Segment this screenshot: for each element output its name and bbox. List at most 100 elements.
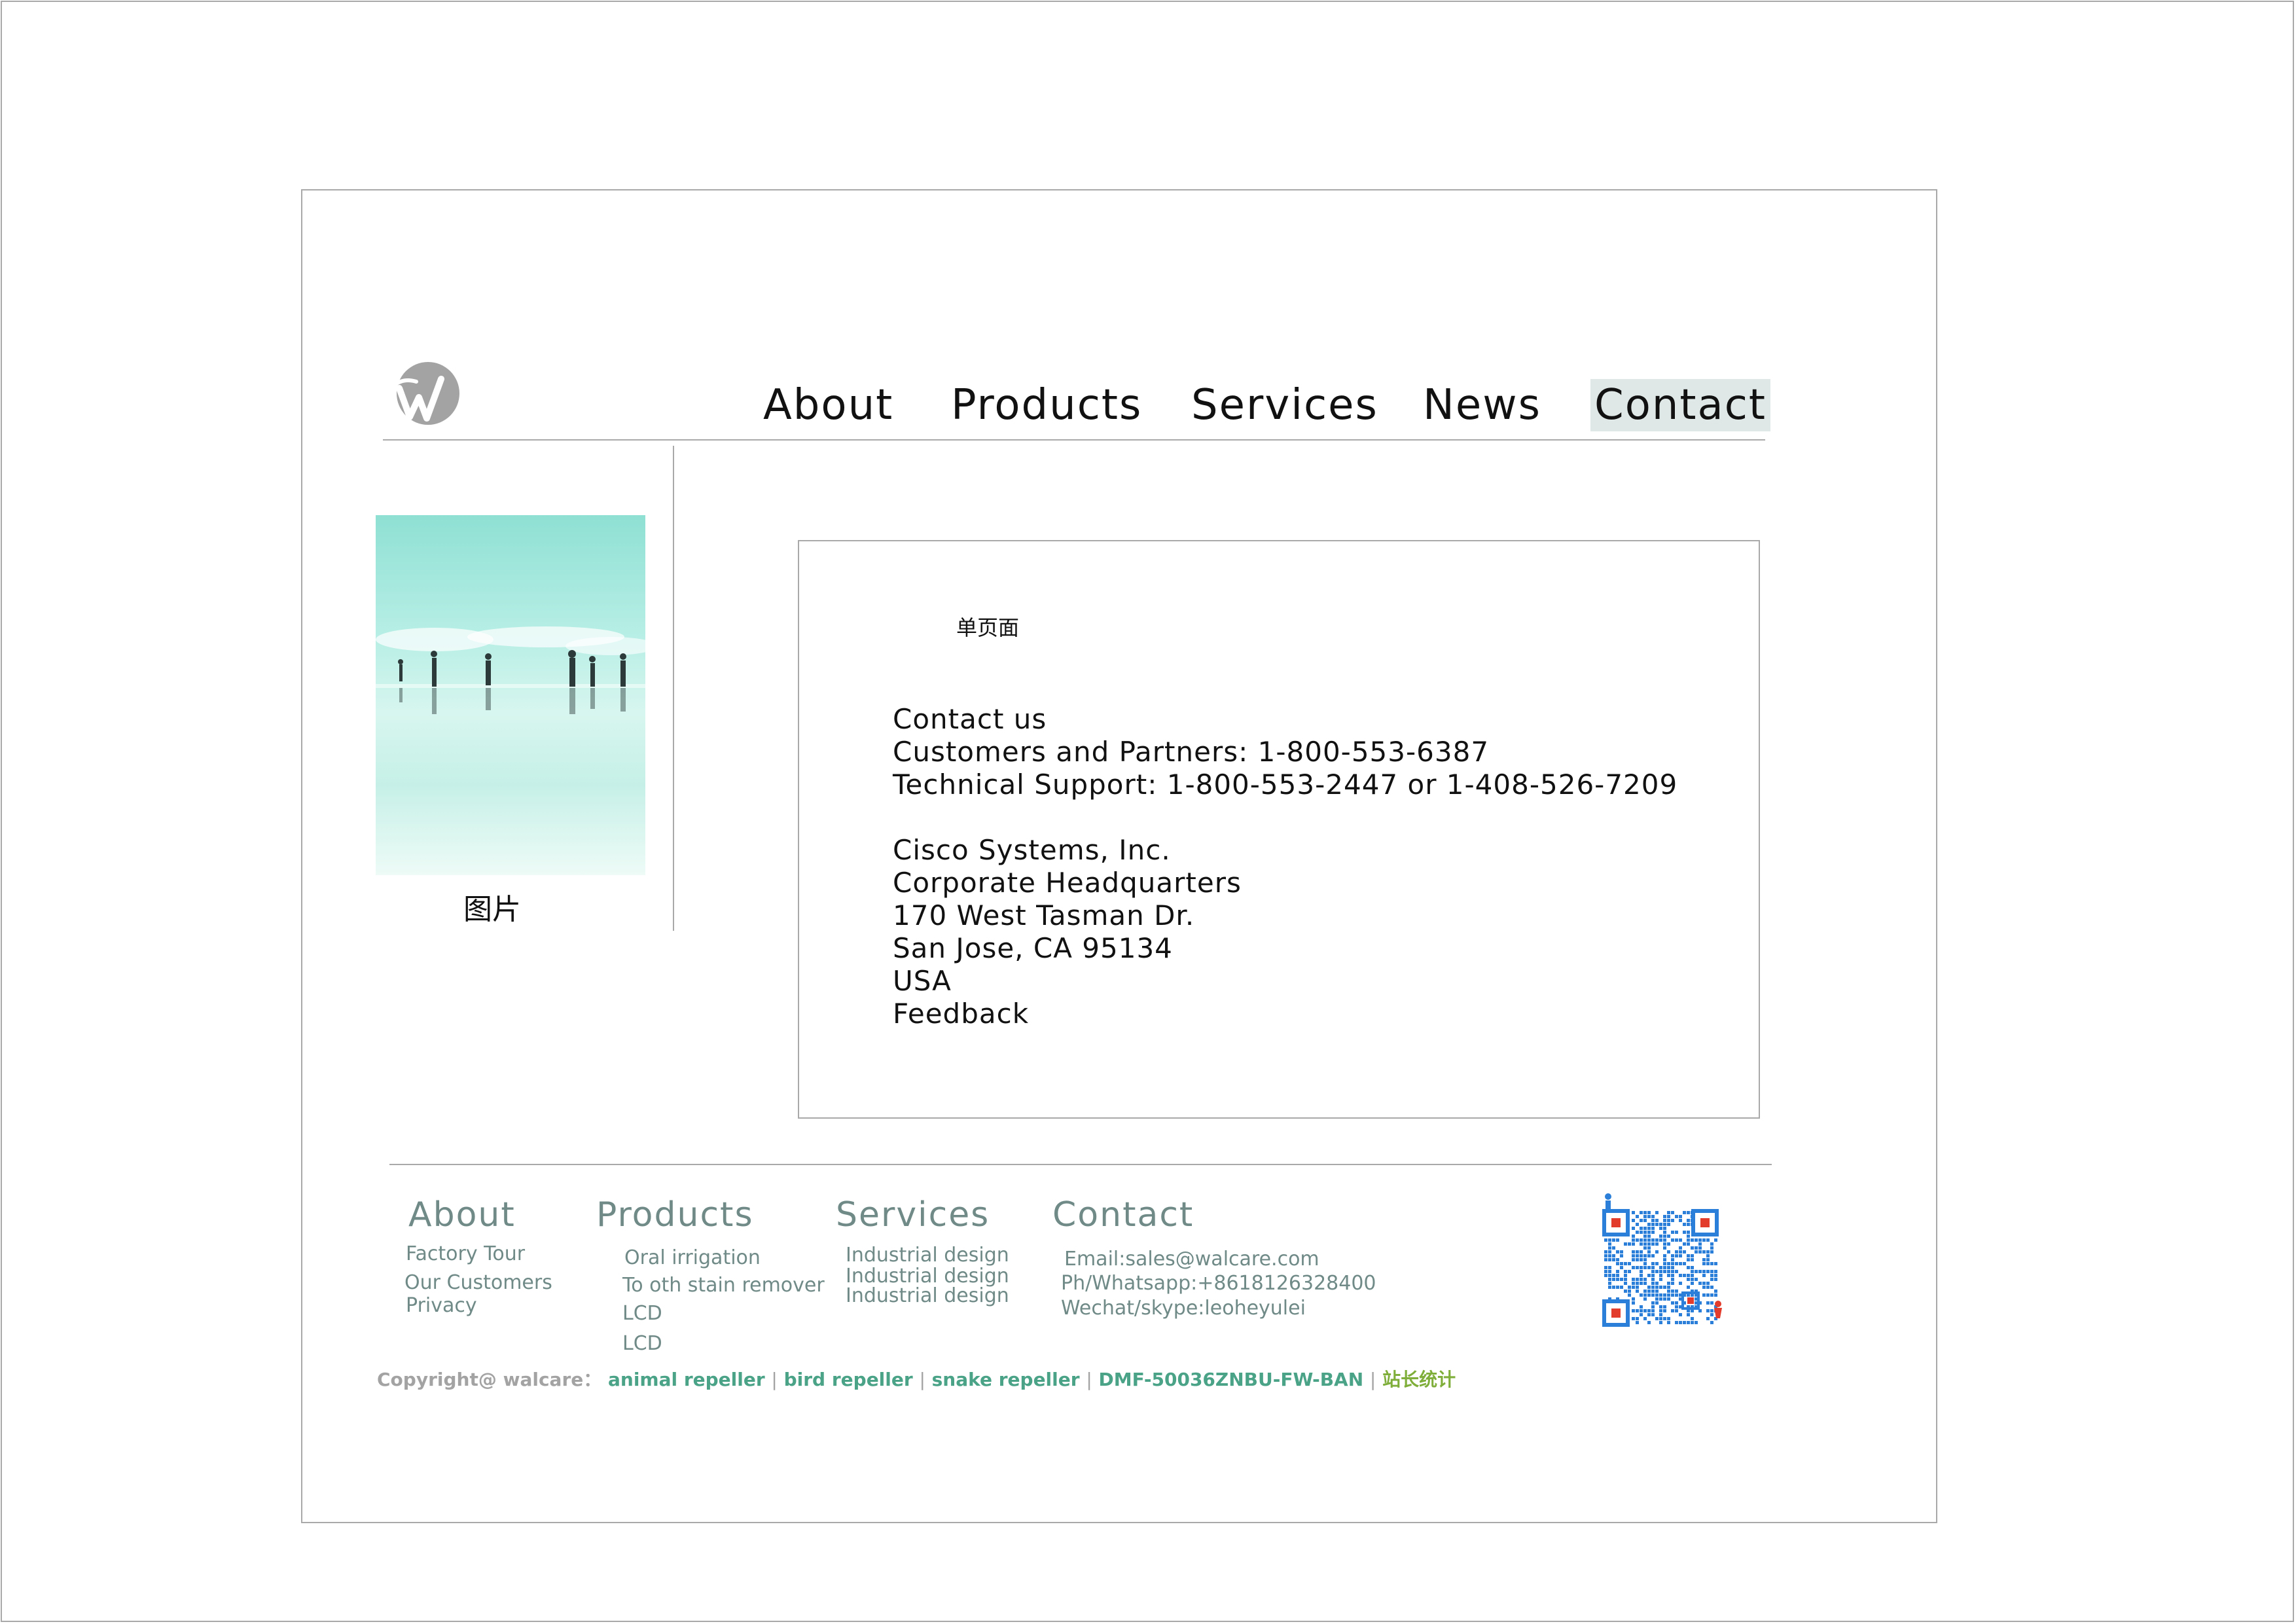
qr-module [1675, 1231, 1678, 1234]
qr-module [1667, 1282, 1670, 1285]
qr-code-icon [1598, 1191, 1726, 1331]
qr-module [1647, 1321, 1651, 1324]
nav-services[interactable]: Services [1191, 379, 1378, 431]
qr-module [1675, 1321, 1678, 1324]
qr-module [1647, 1242, 1651, 1246]
qr-module [1640, 1305, 1643, 1308]
footer-about-link[interactable]: Our Customers [404, 1270, 552, 1296]
qr-module [1608, 1286, 1611, 1289]
qr-module [1671, 1274, 1674, 1277]
nav-news[interactable]: News [1423, 379, 1541, 431]
qr-module [1651, 1270, 1655, 1273]
qr-module [1687, 1258, 1690, 1261]
qr-module [1655, 1290, 1659, 1293]
footer-products-link[interactable]: To oth stain remover [622, 1272, 825, 1299]
qr-module [1671, 1266, 1674, 1269]
nav-products[interactable]: Products [951, 379, 1142, 431]
qr-module [1647, 1313, 1651, 1316]
qr-module [1655, 1219, 1659, 1222]
qr-module [1651, 1290, 1655, 1293]
qr-module [1671, 1282, 1674, 1285]
footer-products-link[interactable]: Oral irrigation [624, 1245, 761, 1271]
footer-link-snake-repeller[interactable]: snake repeller [932, 1369, 1080, 1390]
content-box: 单页面 Contact us Customers and Partners: 1… [798, 540, 1760, 1119]
qr-module [1620, 1250, 1623, 1254]
qr-module [1667, 1290, 1670, 1293]
footer-services-title[interactable]: Services [836, 1193, 990, 1236]
qr-module [1608, 1258, 1611, 1261]
qr-module [1691, 1282, 1694, 1285]
qr-module [1647, 1254, 1651, 1257]
qr-module [1714, 1290, 1717, 1293]
qr-module [1640, 1313, 1643, 1316]
qr-module [1647, 1246, 1651, 1250]
footer-phone: Ph/Whatsapp:+8618126328400 [1061, 1272, 1376, 1295]
qr-module [1663, 1235, 1666, 1238]
qr-module [1702, 1238, 1706, 1242]
qr-module [1655, 1297, 1659, 1301]
qr-module [1628, 1286, 1631, 1289]
footer-products-title[interactable]: Products [596, 1193, 754, 1236]
footer-about-title[interactable]: About [408, 1193, 516, 1236]
qr-module [1698, 1282, 1702, 1285]
footer-products-link[interactable]: LCD [622, 1301, 662, 1327]
footer-link-model[interactable]: DMF-50036ZNBU-FW-BAN [1099, 1369, 1364, 1390]
footer-about-link[interactable]: Factory Tour [406, 1241, 525, 1267]
feedback-link[interactable]: Feedback [893, 998, 1677, 1030]
qr-module [1675, 1250, 1678, 1254]
copyright-text: Copyright@ walcare： [377, 1369, 602, 1390]
qr-module [1663, 1219, 1666, 1222]
qr-module [1659, 1278, 1662, 1281]
qr-module [1687, 1254, 1690, 1257]
site-stats-link[interactable]: 站长统计 [1382, 1369, 1456, 1390]
footer-contact-title[interactable]: Contact [1052, 1193, 1194, 1236]
qr-module [1651, 1293, 1655, 1297]
qr-module [1663, 1297, 1666, 1301]
qr-module [1604, 1266, 1607, 1269]
footer-services-link[interactable]: Industrial design [846, 1283, 1009, 1309]
footer-link-animal-repeller[interactable]: animal repeller [608, 1369, 765, 1390]
footer-email[interactable]: Email:sales@walcare.com [1064, 1246, 1319, 1272]
support-phone: Technical Support: 1-800-553-2447 or 1-4… [893, 768, 1678, 801]
qr-module [1702, 1293, 1706, 1297]
qr-module [1636, 1215, 1639, 1218]
qr-module [1659, 1223, 1662, 1226]
footer-link-bird-repeller[interactable]: bird repeller [784, 1369, 913, 1390]
qr-module [1651, 1305, 1655, 1308]
qr-module [1714, 1238, 1717, 1242]
qr-module [1710, 1309, 1713, 1312]
footer-products-link[interactable]: LCD [622, 1331, 662, 1357]
qr-module [1632, 1238, 1635, 1242]
qr-module [1643, 1278, 1647, 1281]
qr-module [1710, 1286, 1713, 1289]
qr-module [1695, 1321, 1698, 1324]
qr-module [1647, 1309, 1651, 1312]
qr-module [1632, 1235, 1635, 1238]
qr-module [1687, 1286, 1690, 1289]
qr-module [1636, 1266, 1639, 1269]
qr-module [1702, 1258, 1706, 1261]
qr-module [1640, 1266, 1643, 1269]
qr-module [1706, 1301, 1710, 1305]
nav-contact[interactable]: Contact [1590, 379, 1770, 431]
qr-module [1620, 1262, 1623, 1265]
qr-module [1675, 1238, 1678, 1242]
qr-module [1640, 1227, 1643, 1230]
qr-module [1702, 1270, 1706, 1273]
qr-module [1679, 1246, 1682, 1250]
qr-module [1612, 1246, 1615, 1250]
qr-module [1683, 1274, 1686, 1277]
qr-module [1612, 1278, 1615, 1281]
qr-module [1695, 1270, 1698, 1273]
qr-module [1683, 1211, 1686, 1214]
qr-module [1628, 1293, 1631, 1297]
nav-about[interactable]: About [763, 379, 893, 431]
qr-module [1640, 1211, 1643, 1214]
qr-module [1671, 1270, 1674, 1273]
qr-module [1706, 1309, 1710, 1312]
contact-info: Contact us Customers and Partners: 1-800… [893, 703, 1677, 1030]
qr-module [1651, 1223, 1655, 1226]
walcare-logo[interactable] [390, 359, 462, 429]
footer-about-link[interactable]: Privacy [406, 1293, 477, 1319]
